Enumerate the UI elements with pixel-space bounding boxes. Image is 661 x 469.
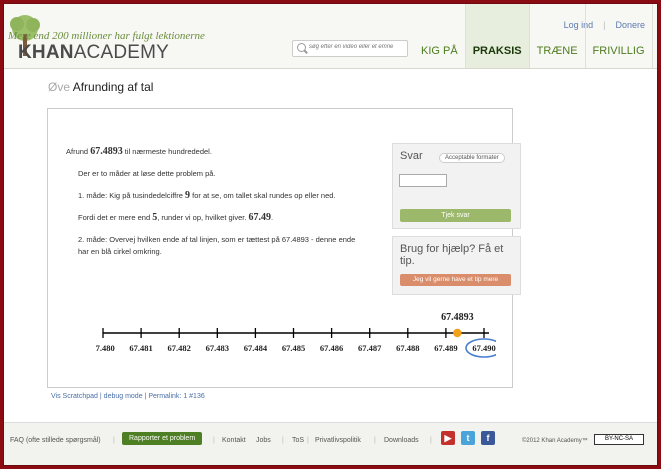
- logo-rest: ACADEMY: [73, 42, 170, 63]
- cc-license-text: BY-NC-SA: [604, 436, 634, 442]
- page-title: Øve Afrunding af tal: [48, 80, 153, 94]
- problem-statement: Afrund 67.4893 til nærmeste hundrededel.: [66, 146, 356, 158]
- tick-label: 67.489: [434, 343, 457, 353]
- main-nav: KIG PÅ PRAKSIS TRÆNE FRIVILLIG OM: [414, 4, 657, 68]
- report-problem-button[interactable]: Rapporter et problem: [122, 432, 203, 445]
- divider: |: [282, 437, 284, 444]
- conclusion-mid: , runder vi op, hvilket giver.: [157, 213, 247, 222]
- search-box[interactable]: [292, 40, 408, 57]
- rounded-result: 67.49: [248, 212, 272, 223]
- tos-link[interactable]: ToS: [292, 437, 304, 444]
- tick-label: 67.481: [129, 343, 152, 353]
- value-point: [453, 328, 462, 338]
- hint-box: Brug for hjælp? Få et tip. Jeg vil gerne…: [392, 236, 521, 295]
- tick-label: 67.480: [96, 343, 115, 353]
- faq-link[interactable]: FAQ (ofte stillede spørgsmål): [10, 437, 101, 444]
- downloads-link[interactable]: Downloads: [384, 437, 419, 444]
- number-line-ticks: 67.480 67.481 67.482 67.483 67.484 67.485 67.4…: [96, 328, 496, 353]
- nav-traene[interactable]: TRÆNE: [530, 4, 585, 68]
- copyright: ©2012 Khan Academy™: [522, 438, 588, 444]
- debug-links: Vis Scratchpad | debug mode | Permalink:…: [51, 393, 205, 400]
- answer-box: Svar Acceptable formater Tjek svar: [392, 143, 521, 229]
- tick-label: 67.482: [168, 343, 191, 353]
- privacy-link[interactable]: Privatlivspolitik: [315, 437, 361, 444]
- divider: |: [374, 437, 376, 444]
- nav-om[interactable]: OM: [653, 4, 657, 68]
- divider: |: [430, 437, 432, 444]
- exercise-title: Afrunding af tal: [72, 80, 154, 94]
- divider: |: [113, 437, 115, 444]
- tick-label: 67.486: [320, 343, 343, 353]
- page-frame: Mere end 200 millioner har fulgt lektion…: [3, 3, 658, 466]
- number-line: 67.480 67.481 67.482 67.483 67.484 67.485 67.4…: [96, 312, 496, 358]
- footer: FAQ (ofte stillede spørgsmål) | Rapporte…: [4, 422, 657, 465]
- tagline: Mere end 200 millioner har fulgt lektion…: [8, 30, 205, 42]
- youtube-icon[interactable]: ▶: [441, 431, 455, 445]
- tick-label: 67.485: [282, 343, 305, 353]
- jobs-link[interactable]: Jobs: [256, 437, 271, 444]
- hint-heading: Brug for hjælp? Få et tip.: [400, 243, 504, 267]
- method-2: 2. måde: Overvej hvilken ende af tal lin…: [78, 235, 356, 256]
- tick-label: 67.484: [244, 343, 268, 353]
- problem-text-pre: Afrund: [66, 147, 89, 156]
- method-1: 1. måde: Kig på tusindedelciffre 9 for a…: [78, 190, 356, 202]
- nav-kig-pa[interactable]: KIG PÅ: [414, 4, 465, 68]
- conclusion-end: .: [271, 213, 274, 222]
- answer-input[interactable]: [399, 174, 447, 187]
- hint-button[interactable]: Jeg vil gerne have et tip mere: [400, 274, 511, 286]
- scratchpad-link[interactable]: Vis Scratchpad: [51, 393, 98, 400]
- check-answer-button[interactable]: Tjek svar: [400, 209, 511, 222]
- methods-intro: Der er to måder at løse dette problem på…: [78, 169, 216, 178]
- facebook-icon[interactable]: f: [481, 431, 495, 445]
- debug-mode-link[interactable]: debug mode: [104, 393, 143, 400]
- divider: |: [213, 437, 215, 444]
- exercise-card: Afrund 67.4893 til nærmeste hundrededel.…: [47, 108, 521, 388]
- logo-bold: KHAN: [18, 42, 74, 63]
- problem-text-post: til nærmeste hundrededel.: [124, 147, 212, 156]
- value-point-label: 67.4893: [441, 312, 474, 323]
- method-1-post: for at se, om tallet skal rundes op elle…: [192, 191, 336, 200]
- tick-label: 67.488: [396, 343, 419, 353]
- twitter-icon[interactable]: t: [461, 431, 475, 445]
- answer-heading: Svar: [400, 150, 423, 162]
- header: Mere end 200 millioner har fulgt lektion…: [4, 4, 657, 69]
- contact-link[interactable]: Kontakt: [222, 437, 246, 444]
- conclusion-pre: Fordi det er mere end: [78, 213, 151, 222]
- search-icon: [297, 43, 306, 52]
- problem-text: Afrund 67.4893 til nærmeste hundrededel.…: [66, 146, 356, 268]
- khan-academy-logo[interactable]: KHANACADEMY: [18, 42, 169, 64]
- tick-label: 67.483: [206, 343, 229, 353]
- method-1-conclusion: Fordi det er mere end 5, runder vi op, h…: [78, 212, 356, 224]
- acceptable-formats-button[interactable]: Acceptable formater: [439, 153, 505, 163]
- tick-label: 67.490: [472, 343, 495, 353]
- nav-praksis[interactable]: PRAKSIS: [465, 4, 529, 68]
- nav-frivillig[interactable]: FRIVILLIG: [586, 4, 652, 68]
- tick-label: 67.487: [358, 343, 382, 353]
- title-prefix: Øve: [48, 80, 71, 94]
- permalink-link[interactable]: Permalink: 1 #136: [148, 393, 204, 400]
- search-input[interactable]: [309, 42, 403, 52]
- cc-license-badge[interactable]: BY-NC-SA: [594, 434, 644, 445]
- method-1-pre: 1. måde: Kig på tusindedelciffre: [78, 191, 183, 200]
- problem-number: 67.4893: [90, 146, 123, 157]
- divider: |: [307, 437, 309, 444]
- thousandths-digit: 9: [185, 190, 191, 201]
